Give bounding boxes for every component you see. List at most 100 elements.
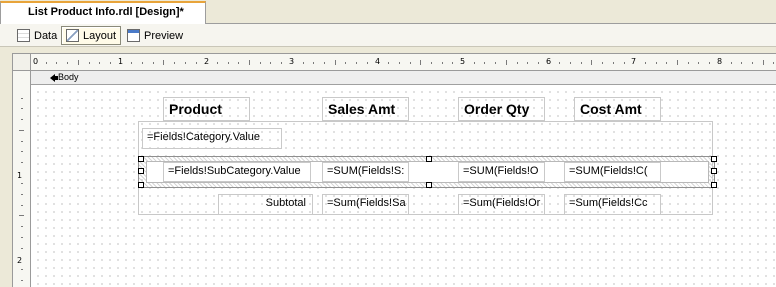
resize-handle[interactable] (711, 182, 717, 188)
ruler-tick (516, 62, 518, 64)
ruler-tick (109, 62, 111, 64)
ruler-tick (473, 62, 475, 64)
ruler-tick (227, 62, 229, 64)
subtotal-label[interactable]: Subtotal (218, 194, 313, 215)
vruler-label-1: 1 (17, 171, 23, 180)
ruler-tick (21, 183, 23, 185)
order-sum-textbox[interactable]: =SUM(Fields!O (458, 162, 545, 182)
resize-handle[interactable] (138, 168, 144, 174)
ruler-tick (313, 62, 315, 64)
ruler-tick (666, 62, 668, 64)
ruler-corner (12, 53, 31, 71)
data-icon (17, 29, 30, 42)
ruler-tick (751, 62, 753, 64)
header-order-qty[interactable]: Order Qty (458, 97, 545, 121)
ruler-tick (495, 62, 497, 64)
vertical-ruler: 1 2 (12, 71, 31, 287)
header-cost-amt[interactable]: Cost Amt (574, 97, 661, 121)
ruler-tick (612, 62, 614, 64)
resize-handle[interactable] (138, 156, 144, 162)
ruler-tick (195, 62, 197, 64)
ruler-tick (334, 60, 336, 65)
ruler-tick (88, 62, 90, 64)
ruler-tick (623, 62, 625, 64)
ruler-tick (21, 119, 23, 121)
ruler-tick (730, 62, 732, 64)
cost-sum-textbox[interactable]: =SUM(Fields!C( (564, 162, 661, 182)
ruler-tick (99, 62, 101, 64)
ruler-tick (366, 62, 368, 64)
header-sales-amt[interactable]: Sales Amt (322, 97, 409, 121)
body-section-band[interactable]: Body (31, 71, 776, 85)
ruler-tick (302, 62, 304, 64)
ruler-tick (21, 204, 23, 206)
ruler-tick (259, 62, 261, 64)
ruler-tick (741, 62, 743, 64)
ruler-tick (537, 62, 539, 64)
ruler-tick (559, 62, 561, 64)
ruler-tick (21, 247, 23, 249)
ruler-tick (56, 62, 58, 64)
ruler-tick (19, 129, 24, 131)
ruler-tick (356, 62, 357, 64)
ruler-tick (21, 268, 23, 270)
document-tab[interactable]: List Product Info.rdl [Design]* (0, 1, 206, 24)
ruler-tick (677, 60, 678, 65)
ruler-tick (398, 62, 400, 64)
resize-handle[interactable] (426, 156, 432, 162)
resize-handle[interactable] (711, 156, 717, 162)
ruler-tick (21, 140, 23, 142)
document-tab-title: List Product Info.rdl [Design]* (28, 6, 184, 18)
ruler-tick (67, 62, 69, 64)
ruler-label-3: 3 (289, 57, 295, 66)
ruler-label-4: 4 (375, 57, 381, 66)
ruler-tick (21, 151, 23, 153)
subtotal-sales-textbox[interactable]: =Sum(Fields!Sa (322, 194, 409, 215)
ruler-tick (21, 108, 23, 110)
ruler-label-5: 5 (460, 57, 466, 66)
ruler-tick (655, 62, 657, 64)
horizontal-ruler: 0 1 2 3 4 5 6 7 8 (31, 53, 776, 71)
tab-data-label: Data (34, 29, 58, 42)
ruler-tick (152, 62, 154, 64)
resize-handle[interactable] (426, 182, 432, 188)
ruler-tick (505, 60, 507, 65)
ruler-tick (184, 62, 186, 64)
preview-icon (127, 29, 140, 42)
ruler-tick (19, 215, 24, 217)
ruler-tick (773, 62, 775, 64)
header-product[interactable]: Product (163, 97, 250, 121)
ruler-label-0: 0 (33, 57, 39, 66)
ruler-tick (420, 60, 422, 65)
ruler-tick (270, 62, 272, 64)
layout-icon (66, 29, 79, 42)
ruler-tick (249, 60, 250, 65)
resize-handle[interactable] (138, 182, 144, 188)
ruler-tick (238, 62, 240, 64)
ruler-tick (21, 97, 23, 99)
subtotal-cost-textbox[interactable]: =Sum(Fields!Cc (564, 194, 661, 215)
ruler-tick (174, 62, 176, 64)
sales-sum-textbox[interactable]: =SUM(Fields!S: (322, 162, 409, 182)
subcategory-textbox[interactable]: =Fields!SubCategory.Value (163, 162, 311, 182)
ruler-tick (45, 62, 47, 64)
ruler-tick (591, 60, 593, 65)
ruler-tick (163, 60, 165, 65)
ruler-tick (388, 62, 390, 64)
ruler-tick (21, 226, 23, 228)
ruler-tick (323, 62, 325, 64)
category-textbox[interactable]: =Fields!Category.Value (142, 128, 282, 149)
resize-handle[interactable] (711, 168, 717, 174)
ruler-label-6: 6 (546, 57, 552, 66)
ruler-tick (21, 161, 23, 163)
ruler-tick (580, 62, 582, 64)
tab-preview[interactable]: Preview (123, 26, 187, 45)
ruler-tick (602, 62, 604, 64)
ruler-tick (709, 62, 711, 64)
tab-data[interactable]: Data (13, 26, 61, 45)
ruler-tick (409, 62, 411, 64)
body-section-label: Body (58, 72, 79, 82)
subtotal-order-textbox[interactable]: =Sum(Fields!Or (458, 194, 545, 215)
tab-preview-label: Preview (144, 29, 184, 42)
tab-layout[interactable]: Layout (61, 26, 122, 45)
